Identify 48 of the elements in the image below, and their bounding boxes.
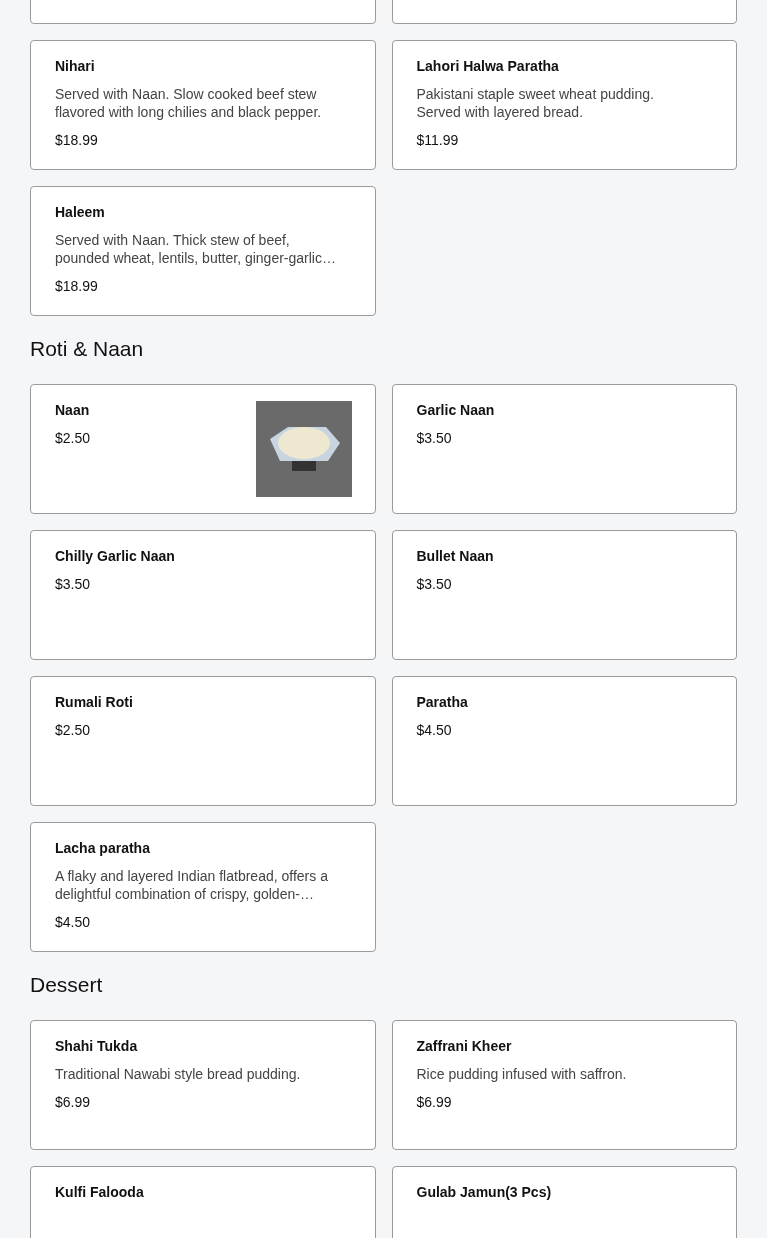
item-name: Lahori Halwa Paratha	[416, 57, 560, 75]
item-price: $11.99	[416, 131, 460, 149]
menu-item-card[interactable]: Paratha $4.50	[391, 676, 737, 806]
menu-item-card[interactable]: Chilly Garlic Naan $3.50	[30, 530, 376, 660]
item-description: Pakistani staple sweet wheat pudding. Served with layered bread.	[416, 85, 655, 121]
item-name: Naan	[55, 401, 91, 419]
item-name: Chilly Garlic Naan	[55, 547, 176, 565]
item-price: $3.50	[416, 575, 453, 593]
item-price: $4.50	[55, 913, 92, 931]
item-price: $6.99	[55, 1093, 92, 1111]
item-name: Gulab Jamun(3 Pcs)	[416, 1183, 553, 1201]
item-price: $6.99	[416, 1093, 453, 1111]
item-name: Kulfi Falooda	[55, 1183, 145, 1201]
item-description: A flaky and layered Indian flatbread, offers a delightful combination of crispy, golden-…	[55, 867, 329, 903]
menu-item-card[interactable]: Nihari Served with Naan. Slow cooked beef stew flavored with long chilies and black pepper. $18.99	[30, 40, 376, 170]
item-description: Traditional Nawabi style bread pudding.	[55, 1065, 302, 1083]
menu-item-card[interactable]: Kulfi Falooda	[30, 1166, 376, 1238]
item-description: Served with Naan. Thick stew of beef, pounded wheat, lentils, butter, ginger-garlic…	[55, 231, 337, 267]
item-name: Haleem	[55, 203, 106, 221]
item-name: Nihari	[55, 57, 96, 75]
section-heading: Dessert	[30, 972, 104, 998]
menu-item-card[interactable]: Bullet Naan $3.50	[391, 530, 737, 660]
menu-item-card[interactable]: Haleem Served with Naan. Thick stew of beef, pounded wheat, lentils, butter, ginger-garlic… $18.99	[30, 186, 376, 316]
menu-item-card[interactable]: Gulab Jamun(3 Pcs)	[391, 1166, 737, 1238]
item-name: Shahi Tukda	[55, 1037, 139, 1055]
menu-item-card[interactable]: Rumali Roti $2.50	[30, 676, 376, 806]
item-description: Rice pudding infused with saffron.	[416, 1065, 628, 1083]
menu-item-card[interactable]: Lahori Halwa Paratha Pakistani staple sweet wheat pudding. Served with layered bread. $11.99	[391, 40, 737, 170]
section-heading: Roti & Naan	[30, 336, 145, 362]
item-name: Paratha	[416, 693, 469, 711]
item-name: Rumali Roti	[55, 693, 134, 711]
item-price: $2.50	[55, 429, 92, 447]
item-name: Bullet Naan	[416, 547, 495, 565]
item-price: $18.99	[55, 131, 99, 149]
menu-item-card[interactable]: Naan $2.50	[30, 384, 376, 514]
menu-item-card[interactable]: Shahi Tukda Traditional Nawabi style bread pudding. $6.99	[30, 1020, 376, 1150]
item-price: $3.50	[416, 429, 453, 447]
item-name: Garlic Naan	[416, 401, 496, 419]
menu-item-card[interactable]: Lacha paratha A flaky and layered Indian flatbread, offers a delightful combination of crispy, golden-… $4.50	[30, 822, 376, 952]
item-price: $18.99	[55, 277, 99, 295]
item-description: Served with Naan. Slow cooked beef stew flavored with long chilies and black pepper.	[55, 85, 323, 121]
item-name: Zaffrani Kheer	[416, 1037, 513, 1055]
item-price: $4.50	[416, 721, 453, 739]
item-name: Lacha paratha	[55, 839, 151, 857]
menu-item-card[interactable]: Zaffrani Kheer Rice pudding infused with saffron. $6.99	[391, 1020, 737, 1150]
menu-item-card[interactable]: Garlic Naan $3.50	[391, 384, 737, 514]
item-price: $3.50	[55, 575, 92, 593]
item-price: $2.50	[55, 721, 92, 739]
